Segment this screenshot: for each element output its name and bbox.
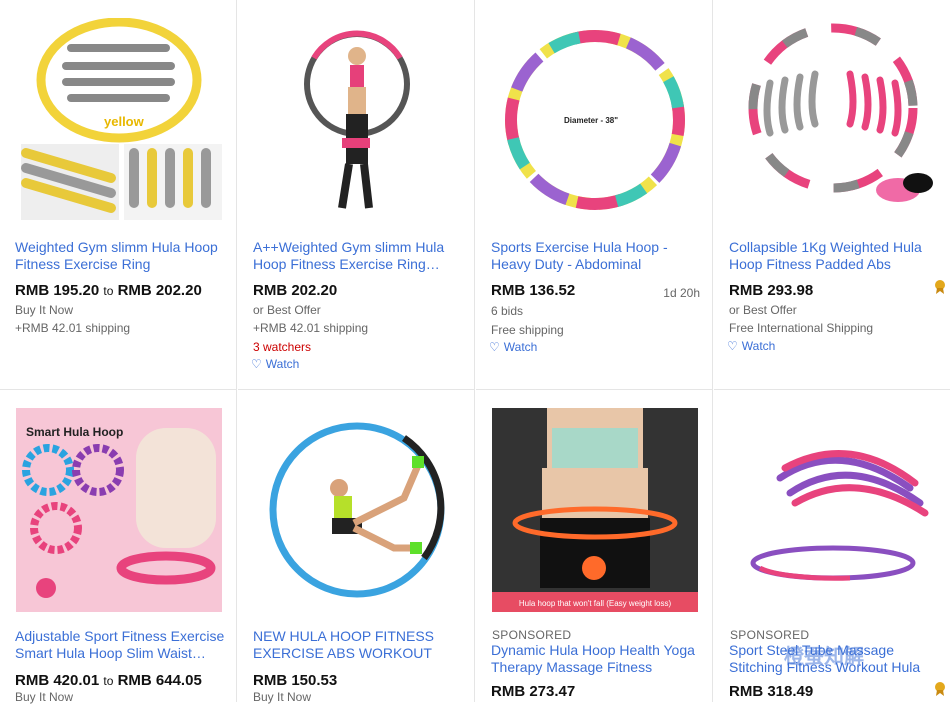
price-high: RMB 644.05: [117, 672, 202, 689]
listing-card[interactable]: Collapsible 1Kg Weighted Hula Hoop Fitne…: [714, 0, 950, 390]
watch-label: Watch: [265, 357, 300, 371]
buy-format: Buy It Now: [15, 303, 74, 317]
top-rated-seller-icon: [934, 682, 946, 696]
listing-title[interactable]: A++Weighted Gym slimm Hula Hoop Fitness …: [253, 239, 465, 273]
listing-card[interactable]: A++Weighted Gym slimm Hula Hoop Fitness …: [238, 0, 475, 390]
product-image[interactable]: [254, 18, 460, 223]
listing-price: RMB 273.47: [491, 683, 576, 700]
price-low: RMB 195.20: [15, 282, 100, 299]
sponsored-label: SPONSORED: [492, 628, 572, 642]
shipping: +RMB 42.01 shipping: [253, 321, 369, 335]
listing-card[interactable]: SPONSORED Hula hoop that won't fall (Eas…: [476, 390, 713, 702]
best-offer: or Best Offer: [253, 303, 321, 317]
listing-card[interactable]: Diameter - 38" Sports Exercise Hula Hoop…: [476, 0, 713, 390]
price-low: RMB 420.01: [15, 672, 100, 689]
listing-price: RMB 293.98: [729, 282, 814, 299]
shipping: Free International Shipping: [729, 321, 874, 335]
price-to: to: [103, 284, 114, 298]
product-image[interactable]: yellow: [16, 18, 222, 223]
listing-price: RMB 136.52: [491, 282, 576, 299]
top-rated-seller-icon: [934, 280, 946, 294]
price-to: to: [103, 674, 114, 688]
product-image[interactable]: Diameter - 38": [492, 18, 698, 223]
listing-card[interactable]: Smart Hula Hoop Adjustable Sport Fitness…: [0, 390, 237, 704]
image-caption: yellow: [104, 114, 145, 129]
product-image[interactable]: Smart Hula Hoop: [16, 408, 222, 612]
watch-button[interactable]: ♡ Watch: [727, 339, 775, 353]
listing-price: RMB 318.49: [729, 683, 814, 700]
watch-button[interactable]: ♡ Watch: [251, 357, 299, 371]
listing-title[interactable]: NEW HULA HOOP FITNESS EXERCISE ABS WORKO…: [253, 628, 465, 662]
listing-title[interactable]: Collapsible 1Kg Weighted Hula Hoop Fitne…: [729, 239, 941, 273]
listing-title[interactable]: Sports Exercise Hula Hoop - Heavy Duty -…: [491, 239, 703, 273]
listing-price: RMB 195.20 to RMB 202.20: [15, 282, 202, 299]
listing-price: RMB 420.01 to RMB 644.05: [15, 672, 202, 689]
product-image[interactable]: [730, 408, 936, 612]
shipping: +RMB 42.01 shipping: [15, 321, 131, 335]
listing-title[interactable]: Weighted Gym slimm Hula Hoop Fitness Exe…: [15, 239, 227, 273]
listing-price: RMB 150.53: [253, 672, 338, 689]
product-image[interactable]: [254, 408, 460, 612]
watchers-count: 3 watchers: [253, 340, 312, 354]
listing-title[interactable]: Dynamic Hula Hoop Health Yoga Therapy Ma…: [491, 642, 703, 676]
listing-card[interactable]: yellow Weighted Gym slimm Hula Hoop Fitn…: [0, 0, 237, 390]
shipping: Free shipping: [491, 323, 564, 337]
heart-icon: ♡: [489, 340, 500, 354]
price-high: RMB 202.20: [117, 282, 202, 299]
listing-grid: yellow Weighted Gym slimm Hula Hoop Fitn…: [0, 0, 950, 704]
watermark: 橙蚕知解: [784, 646, 864, 668]
image-caption: Hula hoop that won't fall (Easy weight l…: [519, 599, 672, 608]
product-image[interactable]: [730, 18, 936, 223]
heart-icon: ♡: [727, 339, 738, 353]
time-left: 1d 20h: [663, 286, 700, 300]
watch-label: Watch: [503, 340, 538, 354]
best-offer: or Best Offer: [729, 303, 797, 317]
listing-title[interactable]: Adjustable Sport Fitness Exercise Smart …: [15, 628, 227, 662]
product-image[interactable]: Hula hoop that won't fall (Easy weight l…: [492, 408, 698, 612]
watch-label: Watch: [741, 339, 776, 353]
image-caption: Diameter - 38": [564, 116, 618, 125]
listing-card[interactable]: SPONSORED Sport Steel Tube Massage Stitc…: [714, 390, 950, 702]
image-caption: Smart Hula Hoop: [26, 425, 123, 439]
listing-price: RMB 202.20: [253, 282, 338, 299]
watch-button[interactable]: ♡ Watch: [489, 340, 537, 354]
listing-card[interactable]: NEW HULA HOOP FITNESS EXERCISE ABS WORKO…: [238, 390, 475, 704]
bid-count: 6 bids: [491, 304, 524, 318]
heart-icon: ♡: [251, 357, 262, 371]
